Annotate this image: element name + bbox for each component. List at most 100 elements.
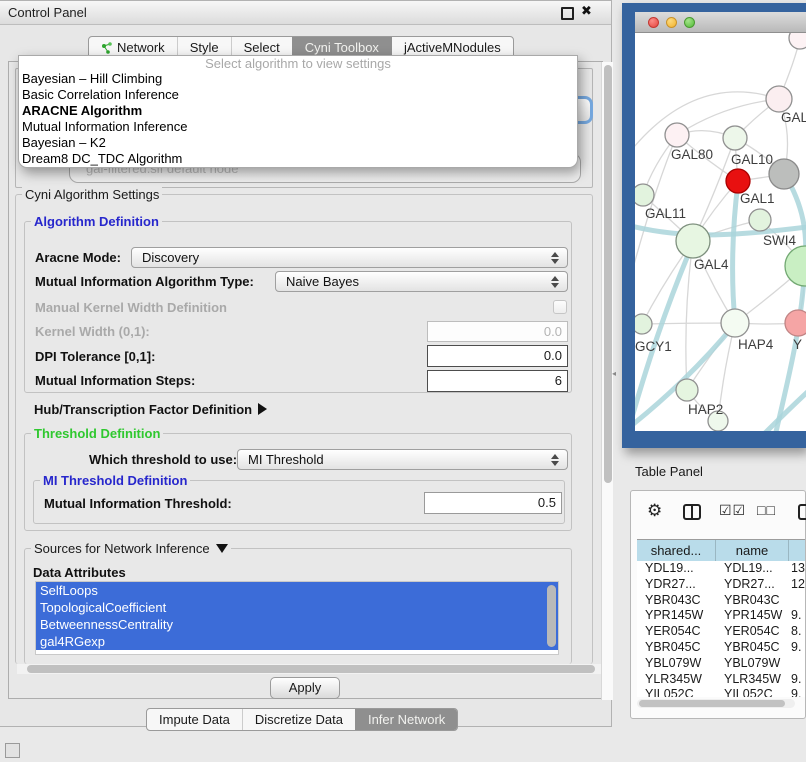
node-label: GCY1 (635, 339, 672, 354)
network-window-titlebar[interactable] (635, 12, 806, 33)
list-item[interactable]: TopologicalCoefficient (36, 599, 558, 616)
list-item[interactable]: BetweennessCentrality (36, 616, 558, 633)
table-body[interactable]: YDL19...YDL19...13 YDR27...YDR27...12 YB… (637, 561, 805, 697)
aracne-mode-combo[interactable]: Discovery (131, 247, 568, 268)
gear-icon[interactable]: ⚙ (647, 501, 662, 521)
table-row[interactable]: YDL19...YDL19...13 (637, 561, 805, 577)
settings-vertical-scrollbar[interactable] (601, 62, 613, 700)
spinner-arrows-icon (551, 252, 559, 264)
mi-algorithm-type-combo[interactable]: Naive Bayes (275, 271, 568, 292)
close-icon[interactable]: ✖ (581, 3, 592, 19)
dropdown-item[interactable]: Bayesian – Hill Climbing (19, 71, 577, 87)
network-view-window[interactable]: GAL GAL80 GAL10 GAL1 GAL11 SWI4 GAL4 GCY… (622, 3, 806, 448)
dpi-tolerance-field[interactable]: 0.0 (427, 345, 568, 367)
mi-steps-field[interactable]: 6 (427, 370, 568, 392)
list-item[interactable]: SelfLoops (36, 582, 558, 599)
mi-threshold-label: Mutual Information Threshold: (44, 496, 232, 511)
dropdown-item[interactable]: Bayesian – K2 (19, 135, 577, 151)
column-header-partial[interactable] (789, 540, 805, 562)
dropdown-item[interactable]: Dream8 DC_TDC Algorithm (19, 151, 577, 167)
split-pane-handle[interactable]: ◂ (612, 369, 616, 378)
table-row[interactable]: YBL079WYBL079W (637, 656, 805, 672)
node-label: GAL10 (731, 152, 773, 167)
node-gal80 (665, 123, 689, 147)
node-gal4 (676, 224, 710, 258)
network-graph: GAL GAL80 GAL10 GAL1 GAL11 SWI4 GAL4 GCY… (635, 33, 806, 431)
mi-steps-label: Mutual Information Steps: (35, 373, 195, 388)
table-row[interactable]: YBR043CYBR043C (637, 593, 805, 609)
table-row[interactable]: YIL052CYIL052C9. (637, 687, 805, 697)
algorithm-dropdown-placeholder: Select algorithm to view settings (19, 56, 577, 71)
columns-icon[interactable] (683, 504, 701, 520)
node-hap2 (676, 379, 698, 401)
table-toolbar: ⚙ ☑☑ □□ (631, 499, 805, 527)
node-hap4 (721, 309, 749, 337)
dropdown-item[interactable]: Basic Correlation Inference (19, 87, 577, 103)
table-row[interactable]: YLR345WYLR345W9. (637, 672, 805, 688)
node-label: GAL1 (740, 191, 775, 206)
node-salmon (785, 310, 806, 336)
table-panel-title: Table Panel (635, 464, 703, 479)
table-horizontal-scrollbar[interactable] (637, 699, 795, 708)
tab-infer-network[interactable]: Infer Network (355, 709, 457, 730)
aracne-mode-label: Aracne Mode: (35, 250, 121, 265)
hub-tf-definition-expander[interactable]: Hub/Transcription Factor Definition (34, 402, 267, 417)
chevron-down-icon (216, 544, 228, 553)
data-attributes-list[interactable]: SelfLoops TopologicalCoefficient Between… (35, 581, 559, 655)
zoom-traffic-light-icon[interactable] (684, 17, 695, 28)
table-row[interactable]: YER054CYER054C8. (637, 624, 805, 640)
spinner-arrows-icon (551, 276, 559, 288)
table-row[interactable]: YBR045CYBR045C9. (637, 640, 805, 656)
sources-group: Sources for Network Inference Data Attri… (24, 548, 572, 664)
scrollbar-thumb[interactable] (639, 700, 785, 707)
mi-algorithm-type-value: Naive Bayes (286, 272, 567, 292)
algorithm-definition-group: Algorithm Definition Aracne Mode: Discov… (24, 221, 572, 393)
node-gray (769, 159, 799, 189)
table-row[interactable]: YPR145WYPR145W9. (637, 608, 805, 624)
bottom-tabbar: Impute Data Discretize Data Infer Networ… (146, 708, 458, 731)
dropdown-item[interactable]: Mutual Information Inference (19, 119, 577, 135)
close-traffic-light-icon[interactable] (648, 17, 659, 28)
apply-button[interactable]: Apply (270, 677, 340, 699)
mi-threshold-field[interactable]: 0.5 (424, 492, 562, 514)
node-gal10 (723, 126, 747, 150)
settings-horizontal-scrollbar[interactable] (17, 664, 601, 674)
collapsed-panel-icon[interactable] (5, 743, 20, 758)
node-label: HAP4 (738, 337, 774, 352)
list-item[interactable]: gal4RGexp (36, 633, 558, 650)
aracne-mode-value: Discovery (142, 248, 567, 268)
node-label: HAP2 (688, 402, 723, 417)
node-label: GAL11 (645, 206, 686, 221)
network-node-labels: GAL GAL80 GAL10 GAL1 GAL11 SWI4 GAL4 GCY… (635, 110, 806, 417)
node-top-partial (789, 33, 806, 49)
control-panel-title: Control Panel (8, 5, 87, 20)
kernel-width-field[interactable]: 0.0 (427, 321, 568, 342)
deselect-all-icon[interactable]: □□ (757, 502, 776, 518)
list-scrollbar[interactable] (547, 585, 556, 647)
network-tab-icon (101, 42, 113, 54)
node-label: GAL80 (671, 147, 713, 162)
sources-group-title[interactable]: Sources for Network Inference (31, 541, 231, 556)
dropdown-item-selected[interactable]: ARACNE Algorithm (19, 103, 577, 119)
network-canvas[interactable]: GAL GAL80 GAL10 GAL1 GAL11 SWI4 GAL4 GCY… (635, 33, 806, 431)
node-gcy1 (635, 314, 652, 334)
data-attributes-label: Data Attributes (33, 565, 126, 580)
float-window-icon[interactable] (561, 7, 574, 20)
minimize-traffic-light-icon[interactable] (666, 17, 677, 28)
manual-kernel-checkbox[interactable] (553, 300, 567, 314)
table-row[interactable]: YDR27...YDR27...12 (637, 577, 805, 593)
mi-threshold-definition-title: MI Threshold Definition (40, 473, 190, 488)
tab-discretize-data[interactable]: Discretize Data (242, 709, 355, 730)
cyni-algorithm-settings-group: Cyni Algorithm Settings Algorithm Defini… (15, 194, 593, 664)
column-header-shared[interactable]: shared... (637, 540, 716, 562)
select-all-icon[interactable]: ☑☑ (719, 502, 746, 519)
node-gal1-red (726, 169, 750, 193)
scrollbar-thumb[interactable] (604, 65, 612, 483)
algorithm-definition-title: Algorithm Definition (31, 214, 162, 229)
which-threshold-label: Which threshold to use: (89, 452, 237, 467)
new-column-icon[interactable] (798, 504, 806, 520)
column-header-name[interactable]: name (716, 540, 789, 562)
tab-impute-data[interactable]: Impute Data (147, 709, 242, 730)
scrollbar-thumb[interactable] (27, 665, 595, 673)
which-threshold-combo[interactable]: MI Threshold (237, 449, 568, 470)
